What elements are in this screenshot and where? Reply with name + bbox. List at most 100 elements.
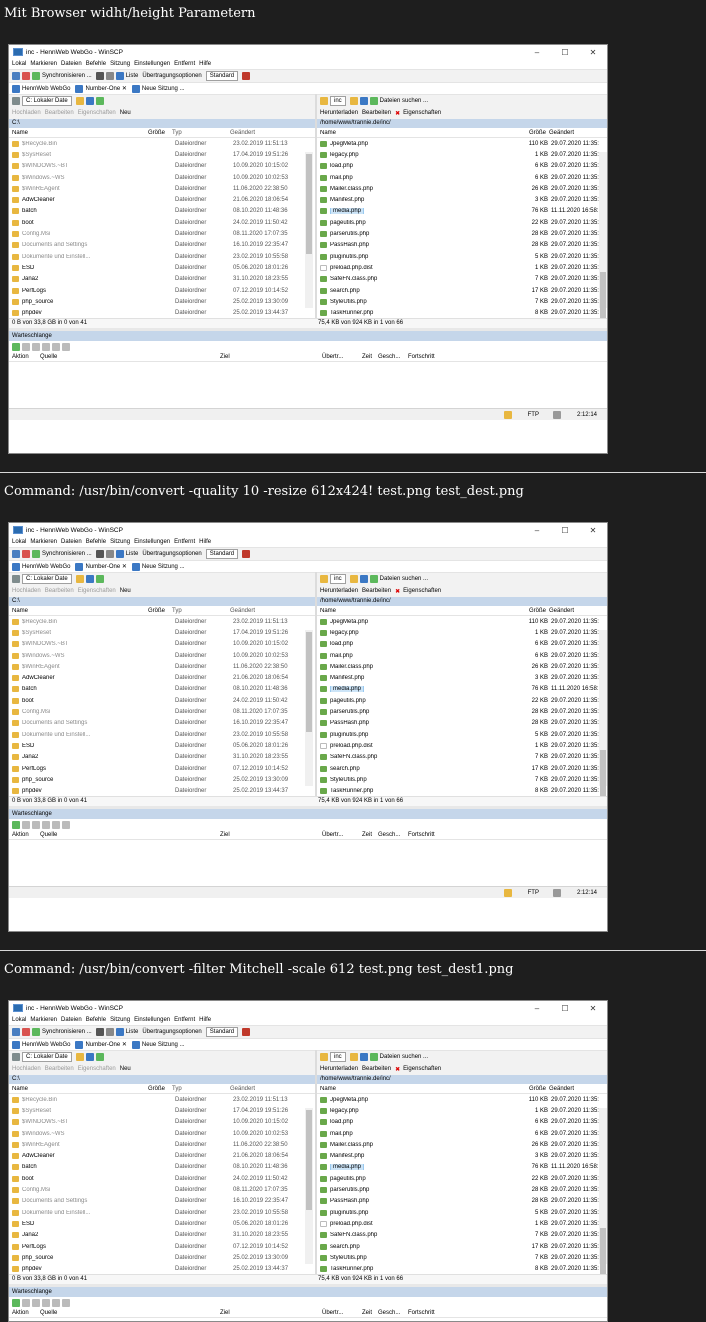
scroll-thumb[interactable] [600, 750, 606, 796]
table-row[interactable]: search.php 17 KB 29.07.2020 11:35: [317, 763, 607, 774]
table-row[interactable]: boot Dateiordner 24.02.2019 11:50:42 [9, 695, 315, 706]
queue-col-speed[interactable]: Gesch... [378, 1310, 408, 1316]
col-size[interactable]: Größe [520, 1086, 546, 1092]
close-icon[interactable]: ✕ [579, 48, 607, 57]
col-type[interactable]: Typ [164, 608, 230, 614]
remote-properties-button[interactable]: Eigenschaften [403, 1066, 441, 1072]
cancel-icon[interactable] [32, 342, 40, 351]
table-row[interactable]: Mailer.class.php 26 KB 29.07.2020 11:35: [317, 1139, 607, 1150]
table-row[interactable]: $WINDOWS.~BT Dateiordner 10.09.2020 10:15:… [9, 639, 315, 650]
queue-settings-icon[interactable] [62, 820, 70, 829]
table-row[interactable]: $SysReset Dateiordner 17.04.2019 19:51:26 [9, 149, 315, 160]
table-row[interactable]: $WinREAgent Dateiordner 11.06.2020 22:38:5… [9, 1139, 315, 1150]
menu-entfernt[interactable]: Entfernt [174, 1017, 195, 1023]
queue-col-action[interactable]: Aktion [12, 832, 40, 838]
table-row[interactable]: Jana2 Dateiordner 31.10.2020 18:23:55 [9, 274, 315, 285]
upload-button[interactable]: Hochladen [12, 110, 41, 116]
table-row[interactable]: $Recycle.Bin Dateiordner 23.02.2019 11:51:… [9, 616, 315, 627]
menu-einstellungen[interactable]: Einstellungen [134, 539, 170, 545]
queue-icon[interactable] [115, 550, 124, 558]
table-row[interactable]: TaskRunner.php 8 KB 29.07.2020 11:35: [317, 1263, 607, 1274]
table-row[interactable]: preload.php.dist 1 KB 29.07.2020 11:35: [317, 262, 607, 273]
back-icon[interactable] [95, 575, 104, 583]
table-row[interactable]: preload.php.dist 1 KB 29.07.2020 11:35: [317, 740, 607, 751]
folder-icon[interactable] [75, 575, 84, 583]
table-row[interactable]: SafeFN.class.php 7 KB 29.07.2020 11:35: [317, 274, 607, 285]
col-type[interactable]: Typ [164, 1086, 230, 1092]
back-icon[interactable] [95, 1053, 104, 1061]
queue-col-transferred[interactable]: Übertr... [322, 1310, 362, 1316]
col-name[interactable]: Name [12, 608, 148, 614]
filter-icon[interactable] [85, 1053, 94, 1061]
scroll-thumb[interactable] [306, 632, 312, 732]
table-row[interactable]: $Recycle.Bin Dateiordner 23.02.2019 11:51:… [9, 138, 315, 149]
table-row[interactable]: $Windows.~WS Dateiordner 10.09.2020 10:02:… [9, 1128, 315, 1139]
table-row[interactable]: load.php 6 KB 29.07.2020 11:35: [317, 639, 607, 650]
refresh-icon[interactable] [369, 575, 378, 583]
table-row[interactable]: pluginutils.php 5 KB 29.07.2020 11:35: [317, 729, 607, 740]
move-up-icon[interactable] [42, 1298, 50, 1307]
col-size[interactable]: Größe [148, 608, 165, 614]
minimize-icon[interactable]: – [523, 526, 551, 535]
cancel-icon[interactable] [32, 1298, 40, 1307]
queue-col-time[interactable]: Zeit [362, 832, 378, 838]
terminal-icon[interactable] [95, 72, 104, 80]
menu-dateien[interactable]: Dateien [61, 1017, 82, 1023]
menu-befehle[interactable]: Befehle [86, 539, 106, 545]
filter-icon[interactable] [359, 575, 368, 583]
menu-einstellungen[interactable]: Einstellungen [134, 1017, 170, 1023]
menu-entfernt[interactable]: Entfernt [174, 61, 195, 67]
col-size[interactable]: Größe [520, 608, 546, 614]
open-folder-icon[interactable] [349, 97, 358, 105]
table-row[interactable]: phpdev Dateiordner 25.02.2019 13:44:37 [9, 785, 315, 796]
remote-edit-button[interactable]: Bearbeiten [362, 588, 391, 594]
table-row[interactable]: StyleUtils.php 7 KB 29.07.2020 11:35: [317, 774, 607, 785]
remote-edit-button[interactable]: Bearbeiten [362, 110, 391, 116]
table-row[interactable]: load.php 6 KB 29.07.2020 11:35: [317, 161, 607, 172]
table-row[interactable]: ESD Dateiordner 05.06.2020 18:01:26 [9, 1218, 315, 1229]
filter-icon[interactable] [85, 97, 94, 105]
queue-col-target[interactable]: Ziel [220, 354, 322, 360]
table-row[interactable]: phpdev Dateiordner 25.02.2019 13:44:37 [9, 1263, 315, 1274]
delete-icon[interactable]: ✖ [395, 1066, 400, 1073]
settings-icon[interactable] [105, 550, 114, 558]
table-row[interactable]: load.php 6 KB 29.07.2020 11:35: [317, 1117, 607, 1128]
refresh-icon[interactable] [369, 1053, 378, 1061]
refresh-icon[interactable] [369, 97, 378, 105]
table-row[interactable]: Dokumente und Einstell... Dateiordner 23.0… [9, 1207, 315, 1218]
compare-icon[interactable] [12, 72, 20, 80]
col-name[interactable]: Name [12, 1086, 148, 1092]
synchronize-dirs-icon[interactable] [22, 550, 30, 558]
col-date[interactable]: Geändert [230, 130, 300, 136]
table-row[interactable]: Config.Msi Dateiordner 08.11.2020 17:07:35 [9, 706, 315, 717]
transfer-preset-select[interactable]: Standard [205, 1027, 239, 1037]
remote-edit-button[interactable]: Bearbeiten [362, 1066, 391, 1072]
minimize-icon[interactable]: – [523, 48, 551, 57]
queue-col-speed[interactable]: Gesch... [378, 354, 408, 360]
col-date[interactable]: Geändert [546, 608, 607, 614]
delete-icon[interactable]: ✖ [395, 110, 400, 117]
synchronize-button[interactable]: Synchronisieren ... [42, 551, 92, 557]
col-date[interactable]: Geändert [230, 608, 300, 614]
menu-befehle[interactable]: Befehle [86, 61, 106, 67]
play-icon[interactable] [12, 1298, 20, 1307]
queue-col-source[interactable]: Quelle [40, 354, 220, 360]
filter-icon[interactable] [359, 97, 368, 105]
delete-icon[interactable]: ✖ [395, 588, 400, 595]
transfer-settings-icon[interactable] [242, 550, 251, 558]
table-row[interactable]: PerfLogs Dateiordner 07.12.2019 10:14:52 [9, 285, 315, 296]
table-row[interactable]: AdwCleaner Dateiordner 21.06.2020 18:06:54 [9, 194, 315, 205]
table-row[interactable]: media.php 76 KB 11.11.2020 16:58: [317, 684, 607, 695]
table-row[interactable]: legacy.php 1 KB 29.07.2020 11:35: [317, 1105, 607, 1116]
menu-dateien[interactable]: Dateien [61, 539, 82, 545]
table-row[interactable]: media.php 76 KB 11.11.2020 16:58: [317, 1162, 607, 1173]
scroll-thumb[interactable] [600, 1228, 606, 1274]
tab-hennweb[interactable]: HennWeb WebGo [12, 1040, 70, 1049]
local-properties-button[interactable]: Eigenschaften [78, 588, 116, 594]
table-row[interactable]: SafeFN.class.php 7 KB 29.07.2020 11:35: [317, 1230, 607, 1241]
menu-hilfe[interactable]: Hilfe [199, 61, 211, 67]
table-row[interactable]: php_source Dateiordner 25.02.2019 13:30:09 [9, 1252, 315, 1263]
table-row[interactable]: Documents and Settings Dateiordner 16.10.2… [9, 718, 315, 729]
move-down-icon[interactable] [52, 820, 60, 829]
col-size[interactable]: Größe [148, 1086, 165, 1092]
